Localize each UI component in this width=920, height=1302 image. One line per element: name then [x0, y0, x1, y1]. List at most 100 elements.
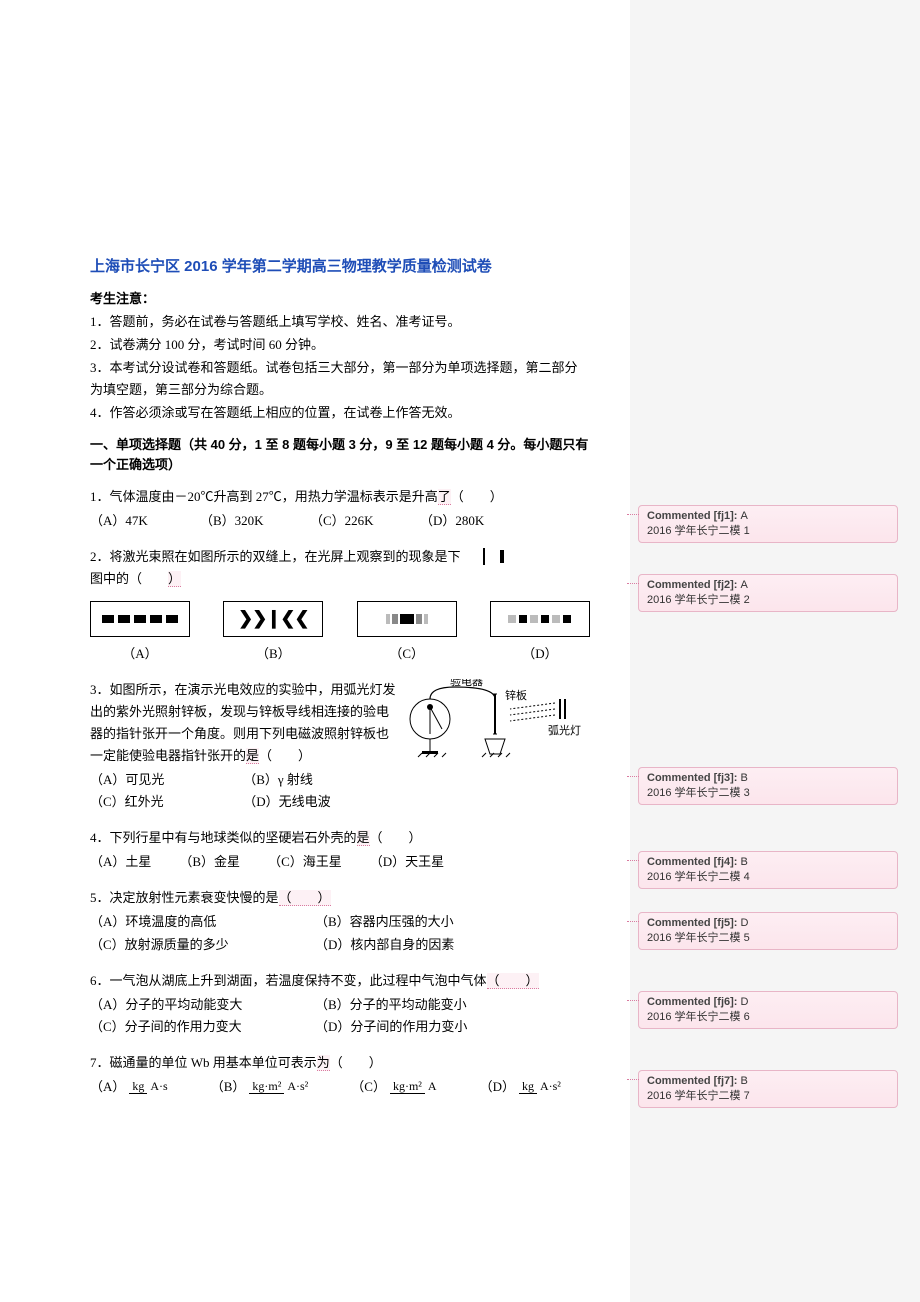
- q3-opt-c: （C）红外光: [90, 791, 240, 813]
- comment-bubble[interactable]: Commented [fj6]: D2016 学年长宁二模 6: [638, 991, 898, 1029]
- pattern-b-figure: ❯❯❙❮❮: [223, 601, 323, 637]
- comment-body: 2016 学年长宁二模 5: [647, 929, 889, 945]
- q6-opt-d: （D）分子间的作用力变小: [315, 1016, 540, 1038]
- pattern-c-figure: [357, 601, 457, 637]
- comment-body: 2016 学年长宁二模 1: [647, 522, 889, 538]
- question-1: 1．气体温度由－20℃升高到 27℃，用热力学温标表示是升高了（ ） （A）47…: [90, 486, 590, 532]
- comment-bubble[interactable]: Commented [fj3]: B2016 学年长宁二模 3: [638, 767, 898, 805]
- q7-opt-b: （B） kg·m²A·s²: [211, 1076, 312, 1098]
- pattern-d-label: （D）: [490, 643, 590, 665]
- comment-answer: B: [741, 1075, 748, 1087]
- photoelectric-figure: 验电器 锌板 弧光灯: [400, 679, 590, 814]
- q6-opt-b: （B）分子的平均动能变小: [315, 994, 540, 1016]
- q4-opt-d: （D）天王星: [370, 851, 444, 873]
- q3-blank: （ ）: [259, 748, 311, 763]
- comment-bubble[interactable]: Commented [fj4]: B2016 学年长宁二模 4: [638, 851, 898, 889]
- comment-bubble[interactable]: Commented [fj2]: A2016 学年长宁二模 2: [638, 574, 898, 612]
- question-6: 6．一气泡从湖底上升到湖面，若温度保持不变，此过程中气泡中气体（ ） （A）分子…: [90, 970, 590, 1038]
- question-5: 5．决定放射性元素衰变快慢的是（ ） （A）环境温度的高低 （B）容器内压强的大…: [90, 887, 590, 955]
- double-slit-figure: [483, 546, 485, 568]
- q3-highlight: 是: [246, 748, 259, 764]
- q3-opt-d: （D）无线电波: [243, 791, 393, 813]
- pattern-c-label: （C）: [357, 643, 457, 665]
- q6-opt-a: （A）分子的平均动能变大: [90, 994, 315, 1016]
- comment-answer: A: [741, 510, 748, 522]
- q4-blank: （ ）: [370, 830, 422, 845]
- instructions-heading: 考生注意：: [90, 288, 590, 310]
- pattern-d-figure: [490, 601, 590, 637]
- interference-patterns: （A） ❯❯❙❮❮ （B） （C）: [90, 601, 590, 665]
- comment-author: Commented [fj5]:: [647, 917, 741, 929]
- instruction-line: 3．本考试分设试卷和答题纸。试卷包括三大部分，第一部分为单项选择题，第二部分为填…: [90, 357, 590, 401]
- q5-opt-c: （C）放射源质量的多少: [90, 934, 315, 956]
- pattern-a-label: （A）: [90, 643, 190, 665]
- q7-opt-c: （C） kg·m²A: [351, 1076, 439, 1098]
- comment-author: Commented [fj6]:: [647, 996, 741, 1008]
- q3-opt-a: （A）可见光: [90, 769, 240, 791]
- q5-opt-d: （D）核内部自身的因素: [315, 934, 540, 956]
- svg-text:锌板: 锌板: [505, 688, 527, 702]
- comment-answer: D: [741, 996, 749, 1008]
- q4-highlight: 是: [357, 830, 370, 846]
- q4-opt-b: （B）金星: [179, 851, 240, 873]
- comment-author: Commented [fj7]:: [647, 1075, 741, 1087]
- q5-opt-a: （A）环境温度的高低: [90, 911, 315, 933]
- q1-blank: （ ）: [451, 489, 503, 504]
- q5-stem: 5．决定放射性元素衰变快慢的是: [90, 890, 279, 905]
- q1-opt-c: （C）226K: [310, 510, 420, 532]
- q1-highlight: 了: [438, 489, 451, 505]
- q5-blank: （ ）: [279, 890, 331, 906]
- q3-stem: 3．如图所示，在演示光电效应的实验中，用弧光灯发出的紫外光照射锌板，发现与锌板导…: [90, 682, 396, 763]
- pattern-b-label: （B）: [223, 643, 323, 665]
- document-body: 上海市长宁区 2016 学年第二学期高三物理教学质量检测试卷 考生注意： 1．答…: [0, 0, 630, 1302]
- comment-answer: D: [741, 917, 749, 929]
- q2-stem: 2．将激光束照在如图所示的双缝上，在光屏上观察到的现象是下图中的（: [90, 549, 461, 586]
- comment-body: 2016 学年长宁二模 3: [647, 784, 889, 800]
- comment-bubble[interactable]: Commented [fj7]: B2016 学年长宁二模 7: [638, 1070, 898, 1108]
- comment-body: 2016 学年长宁二模 4: [647, 868, 889, 884]
- instruction-line: 4．作答必须涂或写在答题纸上相应的位置，在试卷上作答无效。: [90, 402, 590, 424]
- comment-body: 2016 学年长宁二模 7: [647, 1087, 889, 1103]
- question-3: 3．如图所示，在演示光电效应的实验中，用弧光灯发出的紫外光照射锌板，发现与锌板导…: [90, 679, 590, 814]
- q1-opt-a: （A）47K: [90, 510, 200, 532]
- q4-opt-c: （C）海王星: [268, 851, 342, 873]
- comments-pane: Commented [fj1]: A2016 学年长宁二模 1Commented…: [630, 0, 920, 1302]
- comment-answer: A: [741, 579, 748, 591]
- comment-author: Commented [fj1]:: [647, 510, 741, 522]
- instruction-line: 2．试卷满分 100 分，考试时间 60 分钟。: [90, 334, 590, 356]
- comment-bubble[interactable]: Commented [fj5]: D2016 学年长宁二模 5: [638, 912, 898, 950]
- exam-title: 上海市长宁区 2016 学年第二学期高三物理教学质量检测试卷: [90, 255, 590, 276]
- comment-bubble[interactable]: Commented [fj1]: A2016 学年长宁二模 1: [638, 505, 898, 543]
- q7-stem: 7．磁通量的单位 Wb 用基本单位可表示: [90, 1055, 317, 1070]
- q1-stem: 1．气体温度由－20℃升高到 27℃，用热力学温标表示是升高: [90, 489, 438, 504]
- comment-body: 2016 学年长宁二模 2: [647, 591, 889, 607]
- comment-body: 2016 学年长宁二模 6: [647, 1008, 889, 1024]
- q7-highlight: 为: [317, 1055, 330, 1071]
- comment-author: Commented [fj3]:: [647, 772, 741, 784]
- q6-stem: 6．一气泡从湖底上升到湖面，若温度保持不变，此过程中气泡中气体: [90, 973, 487, 988]
- question-2: 2．将激光束照在如图所示的双缝上，在光屏上观察到的现象是下图中的（ ） （A） …: [90, 546, 590, 664]
- q4-stem: 4．下列行星中有与地球类似的坚硬岩石外壳的: [90, 830, 357, 845]
- pattern-a-figure: [90, 601, 190, 637]
- comment-author: Commented [fj4]:: [647, 856, 741, 868]
- q7-blank: （ ）: [330, 1055, 382, 1070]
- q1-opt-d: （D）280K: [420, 510, 530, 532]
- q6-blank: （ ）: [487, 973, 539, 989]
- instructions-block: 考生注意： 1．答题前，务必在试卷与答题纸上填写学校、姓名、准考证号。 2．试卷…: [90, 288, 590, 425]
- q4-opt-a: （A）土星: [90, 851, 151, 873]
- q3-opt-b: （B）γ 射线: [243, 769, 393, 791]
- q7-opt-d: （D） kgA·s²: [480, 1076, 564, 1098]
- q6-opt-c: （C）分子间的作用力变大: [90, 1016, 315, 1038]
- question-7: 7．磁通量的单位 Wb 用基本单位可表示为（ ） （A） kgA·s （B） k…: [90, 1052, 590, 1098]
- svg-text:验电器: 验电器: [450, 679, 483, 688]
- question-4: 4．下列行星中有与地球类似的坚硬岩石外壳的是（ ） （A）土星 （B）金星 （C…: [90, 827, 590, 873]
- q5-opt-b: （B）容器内压强的大小: [315, 911, 540, 933]
- q1-opt-b: （B）320K: [200, 510, 310, 532]
- q2-highlight: ）: [168, 571, 181, 587]
- q7-opt-a: （A） kgA·s: [90, 1076, 171, 1098]
- instruction-line: 1．答题前，务必在试卷与答题纸上填写学校、姓名、准考证号。: [90, 311, 590, 333]
- comment-author: Commented [fj2]:: [647, 579, 741, 591]
- comment-answer: B: [741, 856, 748, 868]
- section-1-title: 一、单项选择题（共 40 分，1 至 8 题每小题 3 分，9 至 12 题每小…: [90, 435, 590, 477]
- svg-text:弧光灯: 弧光灯: [548, 723, 581, 737]
